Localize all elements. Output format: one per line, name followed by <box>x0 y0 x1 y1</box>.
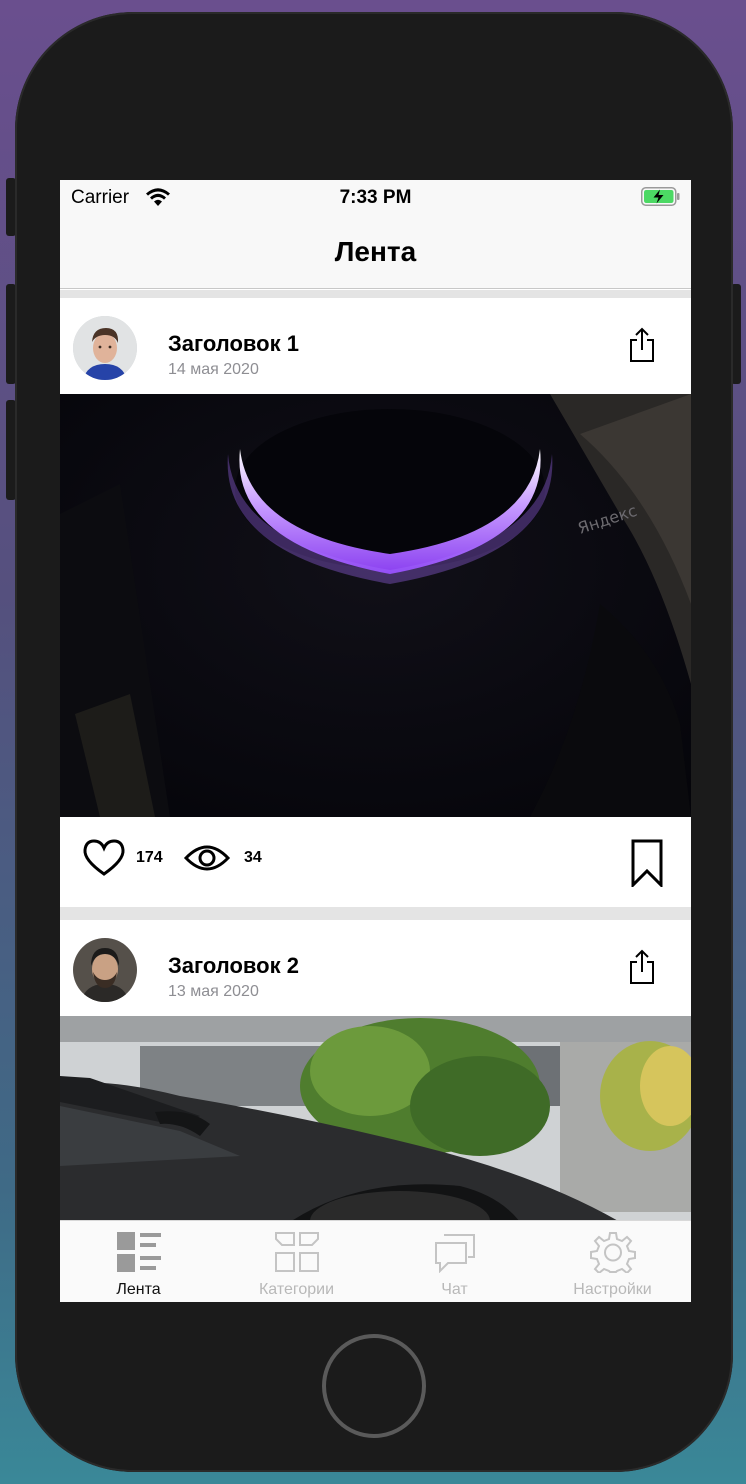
home-button[interactable] <box>322 1334 426 1438</box>
view-count: 34 <box>244 849 262 866</box>
tab-label: Настройки <box>573 1281 652 1298</box>
tab-feed[interactable]: Лента <box>60 1221 217 1302</box>
post-title: Заголовок 1 <box>168 331 299 356</box>
battery-icon <box>641 187 680 206</box>
heart-icon[interactable] <box>82 839 126 877</box>
like-count: 174 <box>136 849 163 866</box>
app-screen: Carrier 7:33 PM Лента Заголовок 1 14 мая… <box>60 180 691 1302</box>
post-actions: 174 34 <box>60 817 691 907</box>
share-icon[interactable] <box>627 327 657 363</box>
post-date: 13 мая 2020 <box>168 983 259 1000</box>
avatar[interactable] <box>73 938 137 1002</box>
tab-chat[interactable]: Чат <box>376 1221 533 1302</box>
page-title: Лента <box>334 236 417 267</box>
navigation-bar: Лента <box>60 218 691 289</box>
tab-settings[interactable]: Настройки <box>534 1221 691 1302</box>
tab-label: Чат <box>441 1281 468 1298</box>
feed-post[interactable]: Заголовок 2 13 мая 2020 <box>60 920 691 1220</box>
tab-label: Лента <box>116 1281 161 1298</box>
feed-post[interactable]: Заголовок 1 14 мая 2020 Яндекс 174 34 <box>60 298 691 907</box>
tab-categories[interactable]: Категории <box>218 1221 375 1302</box>
tab-bar: Лента Категории Чат Настройки <box>60 1220 691 1302</box>
avatar[interactable] <box>73 316 137 380</box>
eye-icon <box>184 845 230 871</box>
post-header: Заголовок 2 13 мая 2020 <box>60 920 691 1016</box>
status-time: 7:33 PM <box>339 187 412 208</box>
tab-label: Категории <box>258 1281 335 1298</box>
status-bar: Carrier 7:33 PM <box>60 180 691 218</box>
feed-list[interactable]: Заголовок 1 14 мая 2020 Яндекс 174 34 За… <box>60 290 691 1220</box>
bookmark-icon[interactable] <box>631 839 663 887</box>
chat-icon <box>435 1234 475 1273</box>
post-header: Заголовок 1 14 мая 2020 <box>60 298 691 394</box>
share-icon[interactable] <box>627 949 657 985</box>
feed-icon <box>117 1232 161 1272</box>
post-image[interactable] <box>60 1016 691 1220</box>
post-date: 14 мая 2020 <box>168 361 259 378</box>
post-title: Заголовок 2 <box>168 953 299 978</box>
categories-icon <box>275 1232 319 1272</box>
post-image[interactable]: Яндекс <box>60 394 691 817</box>
settings-icon <box>590 1232 636 1273</box>
